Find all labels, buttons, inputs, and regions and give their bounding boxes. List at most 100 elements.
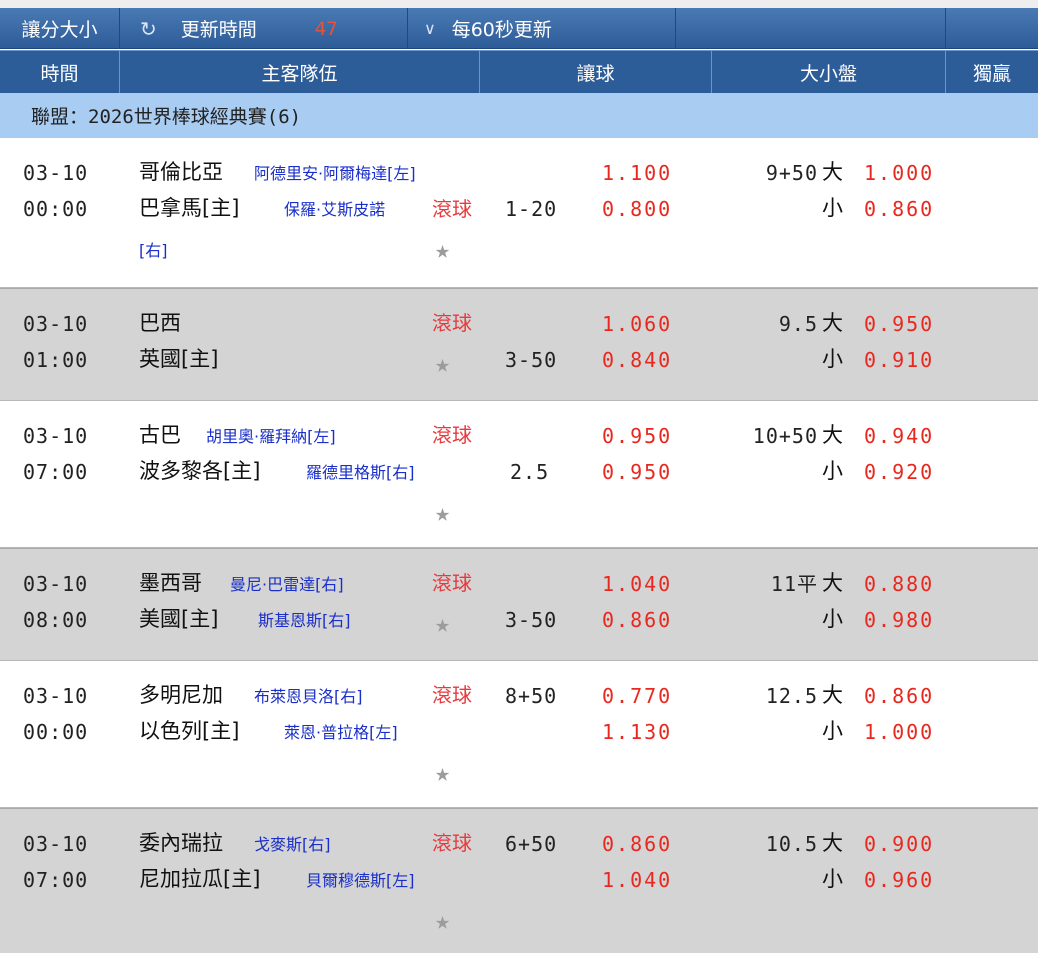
handicap-odds-away[interactable]: 1.040 xyxy=(602,574,672,594)
handicap-odds-home[interactable]: 0.840 xyxy=(602,350,672,370)
handicap-odds-home[interactable]: 0.950 xyxy=(602,462,672,482)
live-link[interactable]: 滾球 xyxy=(432,833,472,853)
away-pitcher: 曼尼·巴雷達[右] xyxy=(230,575,344,594)
handicap-odds-away[interactable]: 0.950 xyxy=(602,426,672,446)
match-date: 03-10 xyxy=(23,312,89,336)
home-team: 美國[主] xyxy=(139,607,219,631)
star-icon[interactable]: ★ xyxy=(435,760,450,785)
away-pitcher: 戈麥斯[右] xyxy=(254,835,331,854)
over-label: 大 xyxy=(822,831,843,855)
handicap-line: 3-50 xyxy=(505,348,558,372)
mode-label: 讓分大小 xyxy=(21,19,98,41)
live-link[interactable]: 滾球 xyxy=(432,425,472,445)
match-time: 00:00 xyxy=(23,720,89,744)
away-team: 巴西 xyxy=(139,311,181,335)
column-header: 時間 主客隊伍 讓球 大小盤 獨贏 xyxy=(0,50,1038,93)
match-row: 03-10 00:00 多明尼加 布萊恩貝洛[右] 以色列[主] 萊恩·普拉格[… xyxy=(0,661,1038,808)
handicap-line: 1-20 xyxy=(505,197,558,221)
over-label: 大 xyxy=(822,311,843,335)
over-odds[interactable]: 0.940 xyxy=(864,426,934,446)
away-pitcher: 阿德里安·阿爾梅達[左] xyxy=(254,164,416,183)
away-pitcher: 布萊恩貝洛[右] xyxy=(254,687,363,706)
handicap-odds-away[interactable]: 1.060 xyxy=(602,314,672,334)
under-odds[interactable]: 0.920 xyxy=(864,462,934,482)
over-label: 大 xyxy=(822,683,843,707)
match-time: 07:00 xyxy=(23,460,89,484)
star-icon[interactable]: ★ xyxy=(435,611,450,636)
under-label: 小 xyxy=(822,459,843,483)
over-odds[interactable]: 0.950 xyxy=(864,314,934,334)
home-team: 以色列[主] xyxy=(139,719,240,743)
match-date: 03-10 xyxy=(23,684,89,708)
match-date: 03-10 xyxy=(23,832,89,856)
league-header[interactable]: 聯盟：2026世界棒球經典賽(6) xyxy=(0,93,1038,138)
match-row: 03-10 01:00 巴西 英國[主] 滾球 ★ 3-50 1.060 0.8… xyxy=(0,288,1038,401)
match-row: 03-10 07:00 委內瑞拉 戈麥斯[右] 尼加拉瓜[主] 貝爾穆德斯[左]… xyxy=(0,808,1038,953)
under-odds[interactable]: 0.980 xyxy=(864,610,934,630)
under-odds[interactable]: 1.000 xyxy=(864,722,934,742)
col-over-under: 大小盤 xyxy=(712,51,946,93)
under-odds[interactable]: 0.910 xyxy=(864,350,934,370)
match-row: 03-10 00:00 哥倫比亞 阿德里安·阿爾梅達[左] 巴拿馬[主] 保羅·… xyxy=(0,138,1038,288)
handicap-odds-home[interactable]: 1.130 xyxy=(602,722,672,742)
home-team: 英國[主] xyxy=(139,347,219,371)
away-team: 委內瑞拉 xyxy=(139,831,223,855)
refresh-icon[interactable]: ↻ xyxy=(140,17,157,41)
handicap-odds-away[interactable]: 0.770 xyxy=(602,686,672,706)
handicap-line: 2.5 xyxy=(510,460,550,484)
auto-refresh-select[interactable]: ∨ 每60秒更新 xyxy=(408,8,676,49)
star-icon[interactable]: ★ xyxy=(435,908,450,933)
under-label: 小 xyxy=(822,347,843,371)
home-team: 波多黎各[主] xyxy=(139,459,261,483)
handicap-odds-away[interactable]: 1.100 xyxy=(602,163,672,183)
over-odds[interactable]: 1.000 xyxy=(864,163,934,183)
refresh-control[interactable]: ↻ 更新時間 47 xyxy=(120,8,408,49)
away-team: 墨西哥 xyxy=(139,571,202,595)
away-team: 哥倫比亞 xyxy=(139,160,223,184)
live-link[interactable]: 滾球 xyxy=(432,199,472,219)
away-team: 多明尼加 xyxy=(139,683,223,707)
over-label: 大 xyxy=(822,571,843,595)
match-time: 00:00 xyxy=(23,197,89,221)
toolbar-empty-cell-end xyxy=(946,8,1038,49)
home-pitcher: 貝爾穆德斯[左] xyxy=(306,871,415,890)
handicap-odds-home[interactable]: 0.860 xyxy=(602,610,672,630)
home-pitcher: 萊恩·普拉格[左] xyxy=(284,723,398,742)
handicap-line: 8+50 xyxy=(505,684,558,708)
col-moneyline: 獨贏 xyxy=(972,62,1011,85)
mode-tab[interactable]: 讓分大小 xyxy=(0,8,120,49)
update-time-label: 更新時間 xyxy=(180,19,257,41)
league-title: 聯盟：2026世界棒球經典賽(6) xyxy=(31,106,302,128)
handicap-odds-away[interactable]: 0.860 xyxy=(602,834,672,854)
handicap-line: 6+50 xyxy=(505,832,558,856)
match-date: 03-10 xyxy=(23,424,89,448)
over-label: 大 xyxy=(822,423,843,447)
chevron-down-icon[interactable]: ∨ xyxy=(424,19,436,38)
star-icon[interactable]: ★ xyxy=(435,237,450,262)
away-pitcher: 胡里奧·羅拜納[左] xyxy=(206,427,336,446)
live-link[interactable]: 滾球 xyxy=(432,685,472,705)
over-odds[interactable]: 0.880 xyxy=(864,574,934,594)
match-date: 03-10 xyxy=(23,572,89,596)
toolbar-empty-cell xyxy=(676,8,946,49)
star-icon[interactable]: ★ xyxy=(435,351,450,376)
ou-line: 12.5 xyxy=(765,684,818,708)
handicap-line: 3-50 xyxy=(505,608,558,632)
under-label: 小 xyxy=(822,607,843,631)
col-handicap: 讓球 xyxy=(480,51,712,93)
live-link[interactable]: 滾球 xyxy=(432,313,472,333)
toolbar: 讓分大小 ↻ 更新時間 47 ∨ 每60秒更新 xyxy=(0,8,1038,49)
over-odds[interactable]: 0.900 xyxy=(864,834,934,854)
ou-line: 9+50 xyxy=(765,161,818,185)
match-date: 03-10 xyxy=(23,161,89,185)
home-pitcher-hand: [右] xyxy=(139,241,168,260)
live-link[interactable]: 滾球 xyxy=(432,573,472,593)
handicap-odds-home[interactable]: 0.800 xyxy=(602,199,672,219)
under-odds[interactable]: 0.960 xyxy=(864,870,934,890)
ou-line: 10+50 xyxy=(752,424,818,448)
match-time: 07:00 xyxy=(23,868,89,892)
star-icon[interactable]: ★ xyxy=(435,500,450,525)
handicap-odds-home[interactable]: 1.040 xyxy=(602,870,672,890)
under-odds[interactable]: 0.860 xyxy=(864,199,934,219)
over-odds[interactable]: 0.860 xyxy=(864,686,934,706)
